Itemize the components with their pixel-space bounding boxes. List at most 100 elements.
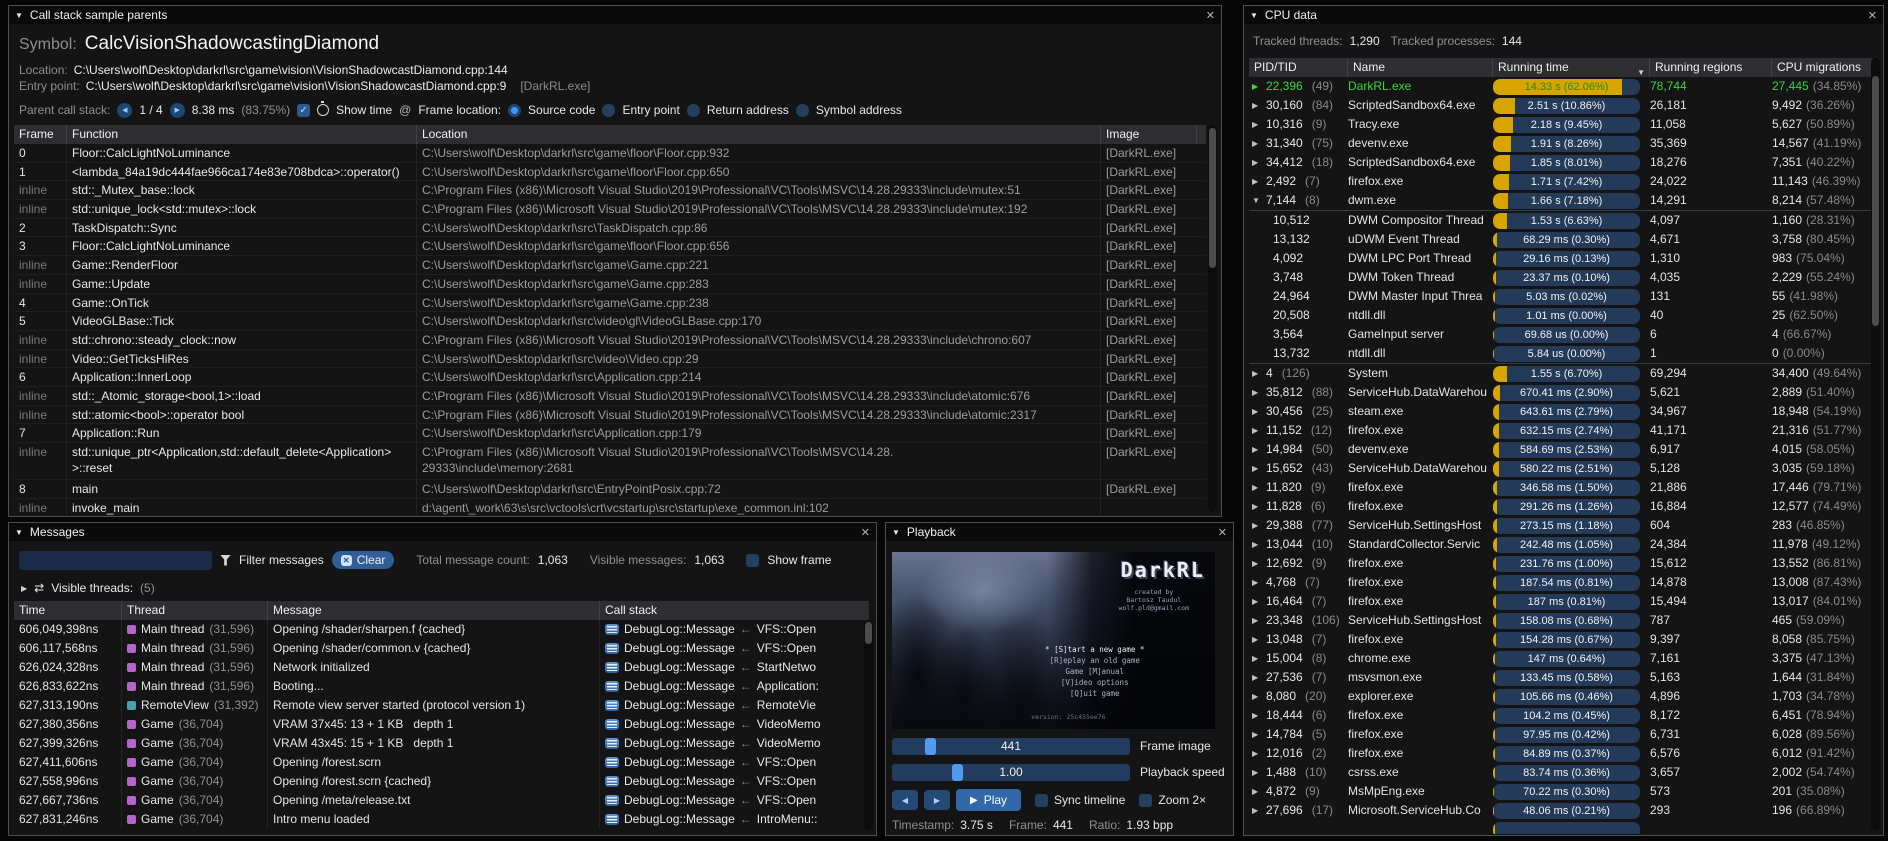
- cpu-process-row[interactable]: ▶14,784(5)firefox.exe97.95 ms (0.42%)6,7…: [1249, 725, 1873, 744]
- cpu-process-row[interactable]: ▶12,692(9)firefox.exe231.76 ms (1.00%)15…: [1249, 554, 1873, 573]
- message-callstack[interactable]: DebugLog::Message←Application:: [600, 677, 861, 696]
- expand-icon[interactable]: ▶: [21, 584, 27, 593]
- cpu-process-row[interactable]: ▶2,492(7)firefox.exe1.71 s (7.42%)24,022…: [1249, 172, 1873, 191]
- cpu-process-row[interactable]: ▶27,536(7)msvsmon.exe133.45 ms (0.58%)5,…: [1249, 668, 1873, 687]
- message-row[interactable]: 627,411,606nsGame(36,704)Opening /forest…: [14, 753, 869, 772]
- message-callstack[interactable]: DebugLog::Message←StartNetwo: [600, 658, 861, 677]
- col-callstack[interactable]: Call stack: [600, 601, 861, 620]
- message-callstack[interactable]: DebugLog::Message←VideoMemo: [600, 734, 861, 753]
- cpu-process-row[interactable]: 3,564GameInput server69.68 us (0.00%)64(…: [1249, 325, 1873, 344]
- expand-icon[interactable]: ▶: [1252, 668, 1261, 687]
- callstack-row[interactable]: 0Floor::CalcLightNoLuminanceC:\Users\wol…: [14, 144, 1206, 163]
- expand-icon[interactable]: ▶: [1252, 478, 1261, 497]
- expand-icon[interactable]: ▶: [1252, 459, 1261, 478]
- col-function[interactable]: Function: [67, 125, 417, 144]
- close-icon[interactable]: ✕: [861, 526, 870, 539]
- radio-entry-point[interactable]: [602, 104, 615, 117]
- col-frame[interactable]: Frame: [14, 125, 67, 144]
- expand-icon[interactable]: ▶: [1252, 725, 1261, 744]
- expand-icon[interactable]: ▶: [1252, 573, 1261, 592]
- expand-icon[interactable]: ▶: [1252, 706, 1261, 725]
- cpu-process-row[interactable]: ▶11,828(6)firefox.exe291.26 ms (1.26%)16…: [1249, 497, 1873, 516]
- cpu-process-row[interactable]: ▼7,144(8)dwm.exe1.66 s (7.18%)14,2918,21…: [1249, 191, 1873, 210]
- expand-icon[interactable]: ▶: [1252, 421, 1261, 440]
- cpu-process-row[interactable]: ▶13,048(7)firefox.exe154.28 ms (0.67%)9,…: [1249, 630, 1873, 649]
- callstack-row[interactable]: 4Game::OnTickC:\Users\wolf\Desktop\darkr…: [14, 294, 1206, 313]
- message-callstack[interactable]: DebugLog::Message←VFS::Open: [600, 639, 861, 658]
- prev-frame-button[interactable]: ◀: [892, 790, 918, 810]
- callstack-row[interactable]: 7Application::RunC:\Users\wolf\Desktop\d…: [14, 424, 1206, 443]
- col-pid-tid[interactable]: PID/TID: [1249, 58, 1348, 77]
- message-row[interactable]: 627,831,246nsGame(36,704)Intro menu load…: [14, 810, 869, 829]
- expand-icon[interactable]: ▶: [1252, 782, 1261, 801]
- col-location[interactable]: Location: [417, 125, 1101, 144]
- cpu-process-row[interactable]: ▶15,652(43)ServiceHub.DataWarehou580.22 …: [1249, 459, 1873, 478]
- expand-icon[interactable]: ▶: [1252, 402, 1261, 421]
- expand-icon[interactable]: ▶: [1252, 383, 1261, 402]
- expand-icon[interactable]: ▶: [1252, 96, 1261, 115]
- radio-return-address[interactable]: [687, 104, 700, 117]
- expand-icon[interactable]: ▶: [1252, 77, 1261, 96]
- message-callstack[interactable]: DebugLog::Message←VFS::Open: [600, 753, 861, 772]
- cpu-process-row[interactable]: ▶27,696(17)Microsoft.ServiceHub.Co48.06 …: [1249, 801, 1873, 820]
- callstack-row[interactable]: inlineVideo::GetTicksHiResC:\Users\wolf\…: [14, 350, 1206, 369]
- message-row[interactable]: 627,667,736nsGame(36,704)Opening /meta/r…: [14, 791, 869, 810]
- expand-icon[interactable]: ▶: [1252, 763, 1261, 782]
- filter-input[interactable]: [19, 551, 212, 570]
- frame-slider[interactable]: 441: [892, 738, 1130, 755]
- cpu-process-row[interactable]: ▶14,984(50)devenv.exe584.69 ms (2.53%)6,…: [1249, 440, 1873, 459]
- message-row[interactable]: 627,380,356nsGame(36,704)VRAM 37x45: 13 …: [14, 715, 869, 734]
- col-cpu-migrations[interactable]: CPU migrations: [1772, 58, 1872, 77]
- close-icon[interactable]: ✕: [1206, 9, 1215, 22]
- message-callstack[interactable]: DebugLog::Message←RemoteVie: [600, 696, 861, 715]
- message-row[interactable]: 606,049,398nsMain thread(31,596)Opening …: [14, 620, 869, 639]
- callstack-row[interactable]: inlinestd::_Atomic_storage<bool,1>::load…: [14, 387, 1206, 406]
- callstack-scrollbar[interactable]: [1208, 125, 1217, 512]
- message-row[interactable]: 627,399,326nsGame(36,704)VRAM 43x45: 15 …: [14, 734, 869, 753]
- callstack-row[interactable]: inlinestd::unique_ptr<Application,std::d…: [14, 443, 1206, 480]
- callstack-row[interactable]: inlinestd::atomic<bool>::operator boolC:…: [14, 406, 1206, 425]
- cpu-process-row[interactable]: 4,092DWM LPC Port Thread29.16 ms (0.13%)…: [1249, 249, 1873, 268]
- callstack-row[interactable]: 2TaskDispatch::SyncC:\Users\wolf\Desktop…: [14, 219, 1206, 238]
- cpu-process-row[interactable]: ▶23,348(106)ServiceHub.SettingsHost158.0…: [1249, 611, 1873, 630]
- cpu-process-row[interactable]: ▶35,812(88)ServiceHub.DataWarehou670.41 …: [1249, 383, 1873, 402]
- show-time-checkbox[interactable]: ✓: [297, 104, 310, 117]
- message-row[interactable]: 626,833,622nsMain thread(31,596)Booting.…: [14, 677, 869, 696]
- cpu-process-row[interactable]: ▶31,340(75)devenv.exe1.91 s (8.26%)35,36…: [1249, 134, 1873, 153]
- cpu-process-row[interactable]: 20,508ntdll.dll1.01 ms (0.00%)4025(62.50…: [1249, 306, 1873, 325]
- collapse-icon[interactable]: ▼: [15, 528, 23, 537]
- radio-symbol-address[interactable]: [796, 104, 809, 117]
- message-row[interactable]: 627,558,996nsGame(36,704)Opening /forest…: [14, 772, 869, 791]
- expand-icon[interactable]: ▶: [1252, 153, 1261, 172]
- expand-icon[interactable]: ▶: [1252, 516, 1261, 535]
- cpu-process-row[interactable]: ▶8,080(20)explorer.exe105.66 ms (0.46%)4…: [1249, 687, 1873, 706]
- col-message[interactable]: Message: [268, 601, 600, 620]
- callstack-row[interactable]: inlineGame::UpdateC:\Users\wolf\Desktop\…: [14, 275, 1206, 294]
- cpu-process-row[interactable]: ▶22,396(49)DarkRL.exe14.33 s (62.06%)78,…: [1249, 77, 1873, 96]
- cpu-process-row[interactable]: ▶1,488(10)csrss.exe83.74 ms (0.36%)3,657…: [1249, 763, 1873, 782]
- cpu-process-row[interactable]: ▶34,412(18)ScriptedSandbox64.exe1.85 s (…: [1249, 153, 1873, 172]
- expand-icon[interactable]: ▶: [1252, 744, 1261, 763]
- expand-icon[interactable]: ▶: [1252, 592, 1261, 611]
- cpu-process-row[interactable]: ▶18,444(6)firefox.exe104.2 ms (0.45%)8,1…: [1249, 706, 1873, 725]
- speed-slider[interactable]: 1.00: [892, 764, 1130, 781]
- zoom-2x-checkbox[interactable]: [1139, 794, 1152, 807]
- message-row[interactable]: 627,313,190nsRemoteView(31,392)Remote vi…: [14, 696, 869, 715]
- callstack-row[interactable]: inlinestd::unique_lock<std::mutex>::lock…: [14, 200, 1206, 219]
- collapse-icon[interactable]: ▼: [1252, 191, 1261, 210]
- expand-icon[interactable]: ▶: [1252, 172, 1261, 191]
- message-callstack[interactable]: DebugLog::Message←VFS::Open: [600, 620, 861, 639]
- visible-threads-row[interactable]: ▶ ⇄ Visible threads: (5): [21, 581, 155, 595]
- cpu-process-row[interactable]: ▶29,388(77)ServiceHub.SettingsHost273.15…: [1249, 516, 1873, 535]
- message-row[interactable]: 626,024,328nsMain thread(31,596)Network …: [14, 658, 869, 677]
- expand-icon[interactable]: ▶: [1252, 801, 1261, 820]
- cpu-process-row[interactable]: ▶30,160(84)ScriptedSandbox64.exe2.51 s (…: [1249, 96, 1873, 115]
- cpu-process-row[interactable]: ▶16,464(7)firefox.exe187 ms (0.81%)15,49…: [1249, 592, 1873, 611]
- message-callstack[interactable]: DebugLog::Message←VFS::Open: [600, 791, 861, 810]
- expand-icon[interactable]: ▶: [1252, 440, 1261, 459]
- cpu-process-row[interactable]: 24,964DWM Master Input Threa5.03 ms (0.0…: [1249, 287, 1873, 306]
- radio-source-code[interactable]: [508, 104, 521, 117]
- cpu-process-row[interactable]: ▶13,044(10)StandardCollector.Servic242.4…: [1249, 535, 1873, 554]
- expand-icon[interactable]: ▶: [1252, 497, 1261, 516]
- collapse-icon[interactable]: ▼: [15, 11, 23, 20]
